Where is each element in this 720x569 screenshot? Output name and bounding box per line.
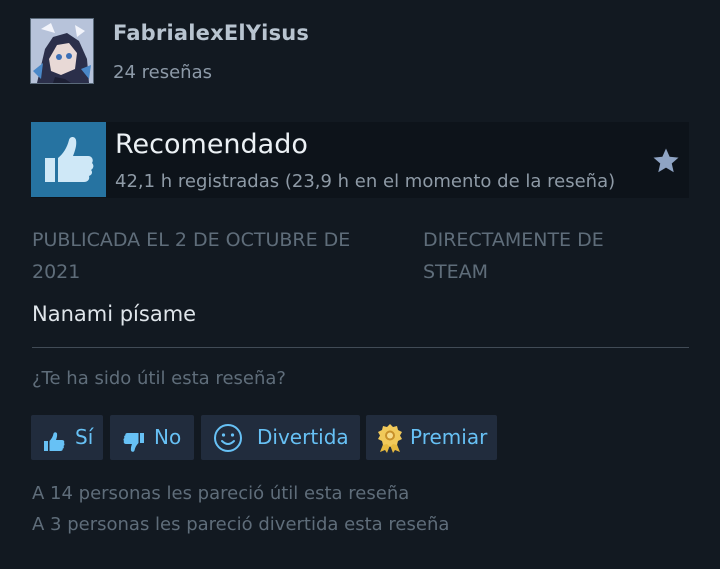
thumbs-down-icon (122, 425, 146, 470)
author-name[interactable]: FabrialexElYisus (113, 21, 309, 45)
review-source: DIRECTAMENTE DE STEAM (423, 229, 604, 283)
vote-yes-button[interactable]: Sí (31, 415, 103, 460)
author-review-count[interactable]: 24 reseñas (113, 62, 212, 83)
anime-avatar-image (31, 19, 93, 83)
thumbs-up-icon (31, 122, 106, 197)
star-icon (651, 146, 681, 180)
verdict-title[interactable]: Recomendado (115, 129, 308, 160)
author-avatar[interactable] (30, 18, 94, 84)
vote-no-label: No (154, 425, 182, 449)
helpful-count: A 14 personas les pareció útil esta rese… (32, 483, 410, 504)
award-button[interactable]: Premiar (366, 415, 497, 460)
funny-count: A 3 personas les pareció divertida esta … (32, 514, 450, 535)
verdict-hours: 42,1 h registradas (23,9 h en el momento… (115, 171, 616, 192)
thumbs-up-icon (42, 425, 66, 470)
vote-yes-label: Sí (75, 425, 94, 449)
vote-funny-button[interactable]: Divertida (201, 415, 360, 460)
vote-funny-label: Divertida (257, 425, 349, 449)
award-label: Premiar (410, 425, 488, 449)
posted-date: PUBLICADA EL 2 DE OCTUBRE DE 2021 (32, 229, 351, 283)
review-body: Nanami písame (32, 302, 197, 326)
review-card: FabrialexElYisus 24 reseñas Recomendado … (0, 0, 720, 569)
award-medal-icon (375, 422, 405, 470)
verdict-box: Recomendado 42,1 h registradas (23,9 h e… (31, 122, 689, 198)
vote-no-button[interactable]: No (110, 415, 194, 460)
divider (32, 347, 689, 348)
helpful-question: ¿Te ha sido útil esta reseña? (32, 368, 286, 389)
smiley-icon (213, 423, 243, 469)
